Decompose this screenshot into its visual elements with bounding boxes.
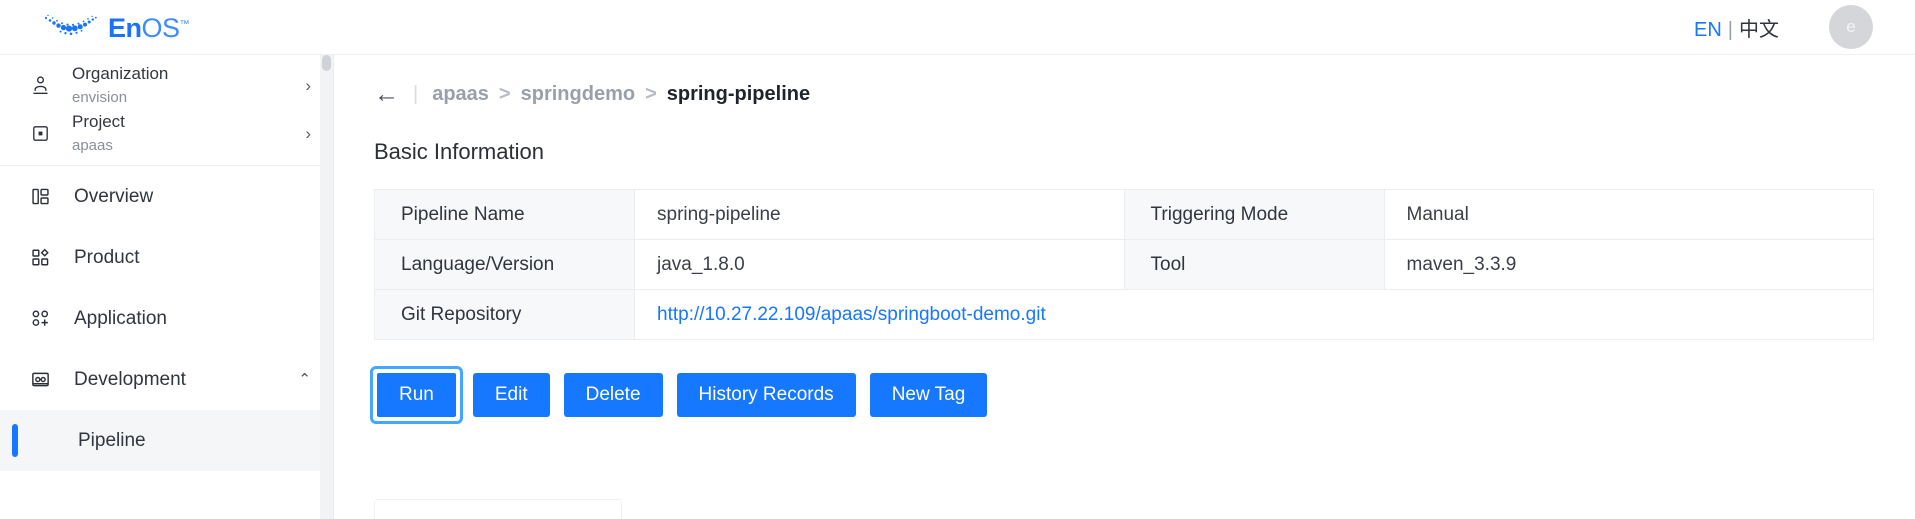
product-icon xyxy=(30,247,60,268)
logo-en: En xyxy=(108,12,142,43)
organization-icon xyxy=(30,75,60,96)
main-content: ← | apaas > springdemo > spring-pipeline… xyxy=(334,55,1915,519)
language-switcher[interactable]: EN | 中文 xyxy=(1694,13,1779,42)
breadcrumb-item-apaas[interactable]: apaas xyxy=(432,83,489,106)
sidebar-item-overview[interactable]: Overview xyxy=(0,166,333,227)
project-icon xyxy=(30,123,60,144)
sidebar-scrollbar-thumb[interactable] xyxy=(322,55,331,71)
edit-button[interactable]: Edit xyxy=(472,373,550,417)
breadcrumb: ← | apaas > springdemo > spring-pipeline xyxy=(374,79,1915,109)
project-subtitle: apaas xyxy=(72,136,113,154)
sidebar-item-label: Development xyxy=(74,368,186,390)
project-title: Project xyxy=(72,111,125,131)
sidebar-item-product[interactable]: Product xyxy=(0,227,333,288)
table-row: Pipeline Name spring-pipeline Triggering… xyxy=(374,189,1874,240)
header-right: EN | 中文 e xyxy=(1694,5,1873,49)
cell-value-language-version: java_1.8.0 xyxy=(634,239,1125,290)
sidebar-item-label: Overview xyxy=(74,185,154,207)
new-tag-button[interactable]: New Tag xyxy=(869,373,988,417)
run-button[interactable]: Run xyxy=(377,373,456,417)
overview-icon xyxy=(30,186,60,207)
sidebar-item-label: Product xyxy=(74,246,140,268)
delete-button[interactable]: Delete xyxy=(563,373,663,417)
organization-subtitle: envision xyxy=(72,88,128,106)
breadcrumb-item-springdemo[interactable]: springdemo xyxy=(521,83,635,106)
enos-dots-logo xyxy=(42,12,100,42)
breadcrumb-separator: > xyxy=(498,82,511,105)
cell-value-git-repository: http://10.27.22.109/apaas/springboot-dem… xyxy=(634,289,1874,340)
cell-label-git-repository: Git Repository xyxy=(374,289,635,340)
organization-title: Organization xyxy=(72,63,169,83)
cell-label-tool: Tool xyxy=(1123,239,1385,290)
sidebar: Organization envision › Project apaas › xyxy=(0,55,334,519)
chevron-right-icon[interactable]: › xyxy=(305,125,311,142)
sidebar-project-text: Project apaas xyxy=(72,109,125,158)
chevron-right-icon[interactable]: › xyxy=(305,77,311,94)
page-title: Basic Information xyxy=(374,139,544,164)
action-button-row: Run Edit Delete History Records New Tag xyxy=(370,366,1915,424)
sidebar-item-application[interactable]: Application xyxy=(0,288,333,349)
sidebar-item-development[interactable]: Development ⌃ xyxy=(0,349,333,410)
breadcrumb-current: spring-pipeline xyxy=(666,82,811,105)
git-repository-link[interactable]: http://10.27.22.109/apaas/springboot-dem… xyxy=(657,304,1046,325)
development-icon xyxy=(30,369,60,390)
cell-value-triggering-mode: Manual xyxy=(1383,189,1874,240)
sidebar-context-group: Organization envision › Project apaas › xyxy=(0,55,333,166)
active-indicator xyxy=(12,424,18,457)
table-row: Git Repository http://10.27.22.109/apaas… xyxy=(374,289,1874,340)
basic-information-table: Pipeline Name spring-pipeline Triggering… xyxy=(374,189,1874,340)
cell-label-language-version: Language/Version xyxy=(374,239,635,290)
sidebar-subitem-label: Pipeline xyxy=(78,429,146,451)
enos-logo[interactable]: EnOS™ xyxy=(42,7,190,47)
chevron-up-icon[interactable]: ⌃ xyxy=(298,372,311,387)
sidebar-item-organization[interactable]: Organization envision › xyxy=(0,61,333,109)
lang-en-option[interactable]: EN xyxy=(1694,19,1722,41)
history-records-button[interactable]: History Records xyxy=(676,373,856,417)
avatar[interactable]: e xyxy=(1829,5,1873,49)
app-window: EnOS™ EN | 中文 e Organization envision › … xyxy=(0,0,1915,519)
cell-value-tool: maven_3.3.9 xyxy=(1383,239,1874,290)
cell-value-pipeline-name: spring-pipeline xyxy=(634,189,1125,240)
sidebar-item-pipeline[interactable]: Pipeline xyxy=(0,410,333,471)
lang-separator: | xyxy=(1727,18,1733,41)
lang-zh-option[interactable]: 中文 xyxy=(1739,19,1779,41)
sidebar-item-label: Application xyxy=(74,307,167,329)
breadcrumb-separator: > xyxy=(645,82,657,105)
next-section-panel xyxy=(374,499,622,519)
app-header: EnOS™ EN | 中文 e xyxy=(0,0,1915,55)
sidebar-item-project[interactable]: Project apaas › xyxy=(0,109,333,157)
arrow-left-icon[interactable]: ← xyxy=(374,81,399,107)
logo-tm: ™ xyxy=(179,18,190,30)
breadcrumb-divider: | xyxy=(413,82,419,105)
enos-wordmark: EnOS™ xyxy=(108,12,190,43)
cell-label-triggering-mode: Triggering Mode xyxy=(1123,189,1385,240)
run-button-focus-ring: Run xyxy=(370,366,463,424)
table-row: Language/Version java_1.8.0 Tool maven_3… xyxy=(374,239,1874,290)
cell-label-pipeline-name: Pipeline Name xyxy=(374,189,635,240)
sidebar-organization-text: Organization envision xyxy=(72,61,168,110)
sidebar-scrollbar[interactable] xyxy=(320,55,333,519)
application-icon xyxy=(30,308,60,329)
avatar-initial: e xyxy=(1846,17,1856,36)
logo-os: OS xyxy=(141,12,181,43)
